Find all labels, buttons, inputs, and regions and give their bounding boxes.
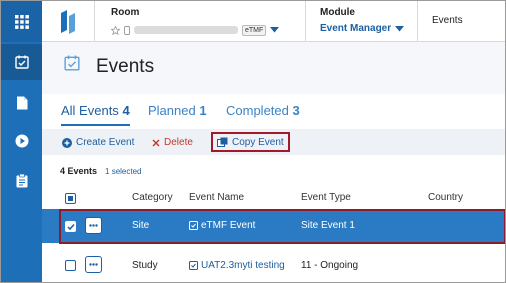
- left-nav-rail: [1, 1, 42, 282]
- tab-label: Completed: [226, 103, 289, 118]
- more-horizontal-icon: [89, 263, 98, 266]
- selected-count: 1 selected: [105, 166, 142, 176]
- table-row[interactable]: Study UAT2.3myti testing 11 - Ongoing: [42, 249, 505, 282]
- row-checkbox[interactable]: [65, 221, 76, 232]
- column-header-category[interactable]: Category: [132, 192, 173, 203]
- calendar-check-icon: [189, 261, 198, 270]
- event-name-link[interactable]: UAT2.3myti testing: [189, 260, 285, 271]
- results-summary: 4 Events 1 selected: [60, 166, 142, 176]
- breadcrumb-current: Events: [432, 15, 463, 26]
- tab-label: Planned: [148, 103, 196, 118]
- room-name-redacted: [134, 26, 238, 34]
- calendar-check-icon: [14, 55, 29, 69]
- table-row[interactable]: Site eTMF Event Site Event 1: [42, 209, 505, 243]
- table-header: Category Event Name Event Type Country: [42, 187, 505, 209]
- close-icon: [152, 139, 160, 146]
- document-icon: [16, 96, 27, 110]
- rail-item-events[interactable]: [1, 44, 42, 80]
- plus-circle-icon: [62, 137, 72, 148]
- clipboard-icon: [16, 174, 27, 188]
- room-label: Room: [111, 7, 140, 18]
- module-value: Event Manager: [320, 23, 392, 34]
- brand-logo-icon: [61, 9, 75, 34]
- cell-category: Site: [132, 220, 150, 231]
- create-event-label: Create Event: [76, 137, 135, 148]
- grid-icon: [14, 14, 29, 29]
- cell-event-type: 11 - Ongoing: [301, 260, 359, 271]
- module-dropdown[interactable]: Event Manager: [320, 23, 405, 34]
- column-header-event-type[interactable]: Event Type: [301, 192, 351, 203]
- row-actions-button[interactable]: [85, 256, 102, 273]
- select-all-checkbox[interactable]: [65, 193, 76, 204]
- rail-item-documents[interactable]: [1, 85, 42, 121]
- rail-item-workflow[interactable]: [1, 123, 42, 159]
- rail-item-reports[interactable]: [1, 163, 42, 199]
- page-title-bar: Events: [42, 42, 505, 94]
- actions-toolbar: Create Event Delete Copy Event: [42, 129, 505, 155]
- delete-label: Delete: [164, 137, 193, 148]
- copy-event-button[interactable]: Copy Event: [211, 132, 290, 152]
- tab-label: All Events: [61, 103, 119, 118]
- tab-planned[interactable]: Planned 1: [148, 103, 207, 118]
- tab-count: 3: [292, 103, 300, 118]
- module-selector[interactable]: Module Event Manager: [306, 1, 418, 42]
- room-type-tag: eTMF: [242, 24, 267, 36]
- column-header-country[interactable]: Country: [428, 192, 463, 203]
- create-event-button[interactable]: Create Event: [62, 134, 134, 151]
- tab-count: 1: [199, 103, 207, 118]
- active-tab-indicator: [61, 124, 130, 126]
- more-horizontal-icon: [89, 224, 98, 227]
- tab-all-events[interactable]: All Events 4: [61, 103, 130, 126]
- phone-icon: [124, 25, 130, 35]
- partial-selection-indicator: [68, 196, 73, 201]
- copy-icon: [217, 137, 228, 147]
- brand-logo[interactable]: [42, 1, 95, 42]
- star-icon[interactable]: [111, 25, 120, 35]
- column-header-event-name[interactable]: Event Name: [189, 192, 244, 203]
- cell-event-name: UAT2.3myti testing: [201, 260, 285, 271]
- play-icon: [15, 134, 28, 148]
- checkmark-icon: [66, 223, 75, 230]
- chevron-down-icon: [395, 25, 405, 31]
- tab-completed[interactable]: Completed 3: [226, 103, 300, 118]
- row-checkbox[interactable]: [65, 260, 76, 271]
- copy-event-label: Copy Event: [232, 136, 284, 148]
- page-title: Events: [96, 56, 155, 77]
- apps-menu-button[interactable]: [1, 1, 42, 42]
- chevron-down-icon[interactable]: [270, 27, 280, 33]
- calendar-check-icon: [64, 55, 80, 71]
- app-window: Room eTMF Module Event Manager Events Ev…: [0, 0, 506, 283]
- delete-button[interactable]: Delete: [152, 134, 193, 151]
- room-value[interactable]: eTMF: [111, 23, 280, 37]
- module-label: Module: [320, 7, 355, 18]
- events-count: 4 Events: [60, 166, 98, 176]
- cell-event-name: eTMF Event: [201, 220, 256, 231]
- row-actions-button[interactable]: [85, 217, 102, 234]
- calendar-check-icon: [189, 221, 198, 230]
- tab-count: 4: [122, 103, 130, 118]
- event-tabs: All Events 4 Planned 1 Completed 3: [42, 94, 505, 128]
- cell-event-type: Site Event 1: [301, 220, 355, 231]
- top-header: Room eTMF Module Event Manager Events: [42, 1, 505, 42]
- room-selector[interactable]: Room eTMF: [95, 1, 306, 42]
- cell-category: Study: [132, 260, 158, 271]
- event-name-link[interactable]: eTMF Event: [189, 220, 255, 231]
